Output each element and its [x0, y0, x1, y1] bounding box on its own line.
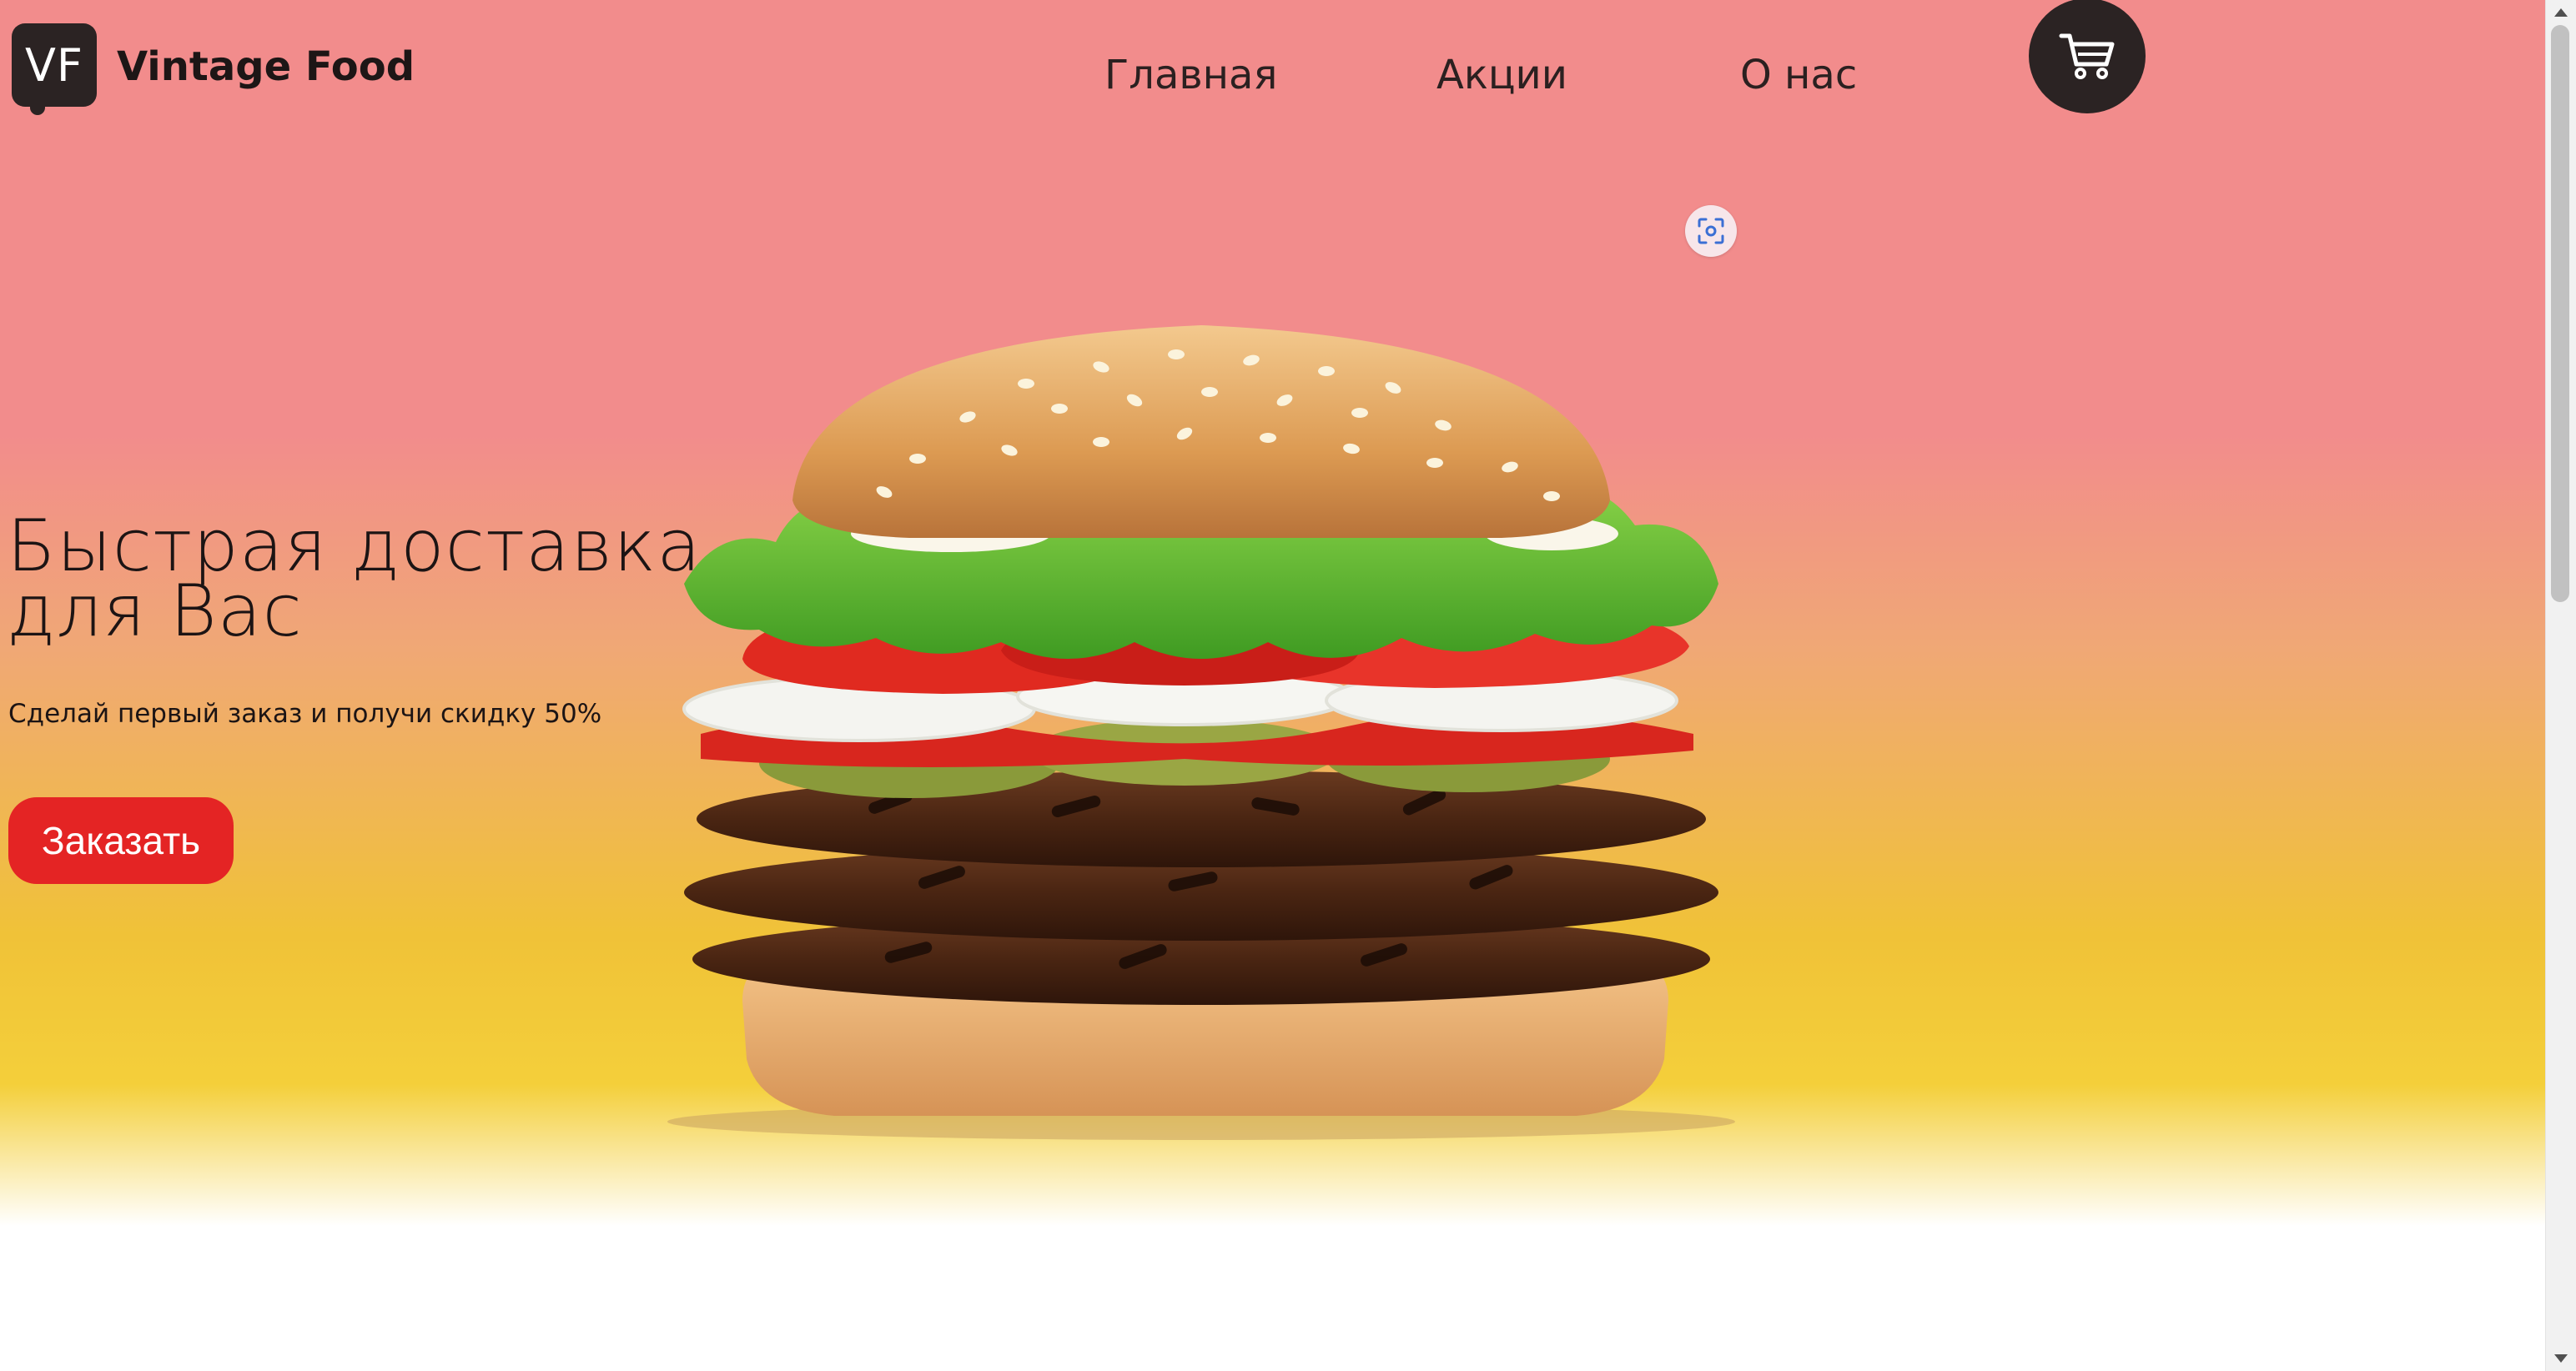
nav-link-promotions[interactable]: Акции	[1436, 52, 1567, 98]
scroll-down-icon[interactable]	[2554, 1354, 2568, 1363]
logo-mark: VF	[24, 38, 83, 92]
screen-capture-icon	[1698, 218, 1724, 244]
screen-capture-button[interactable]	[1685, 205, 1737, 257]
hero-subtitle: Сделай первый заказ и получи скидку 50%	[8, 699, 602, 729]
nav-link-home[interactable]: Главная	[1104, 52, 1277, 98]
landing-page: VF Vintage Food Главная Акции О нас Быст…	[0, 0, 2576, 1371]
shopping-cart-icon	[2059, 33, 2115, 79]
scrollbar-thumb[interactable]	[2551, 25, 2569, 602]
nav-link-about[interactable]: О нас	[1740, 52, 1857, 98]
scroll-up-icon[interactable]	[2554, 8, 2568, 17]
logo[interactable]: VF	[12, 23, 97, 115]
cart-button[interactable]	[2029, 0, 2146, 113]
vertical-scrollbar[interactable]	[2545, 0, 2576, 1371]
order-button[interactable]: Заказать	[8, 797, 234, 884]
hero-title: Быстрая доставка для Вас	[7, 505, 702, 653]
brand-name[interactable]: Vintage Food	[117, 43, 415, 90]
burger-image	[667, 325, 1735, 1140]
